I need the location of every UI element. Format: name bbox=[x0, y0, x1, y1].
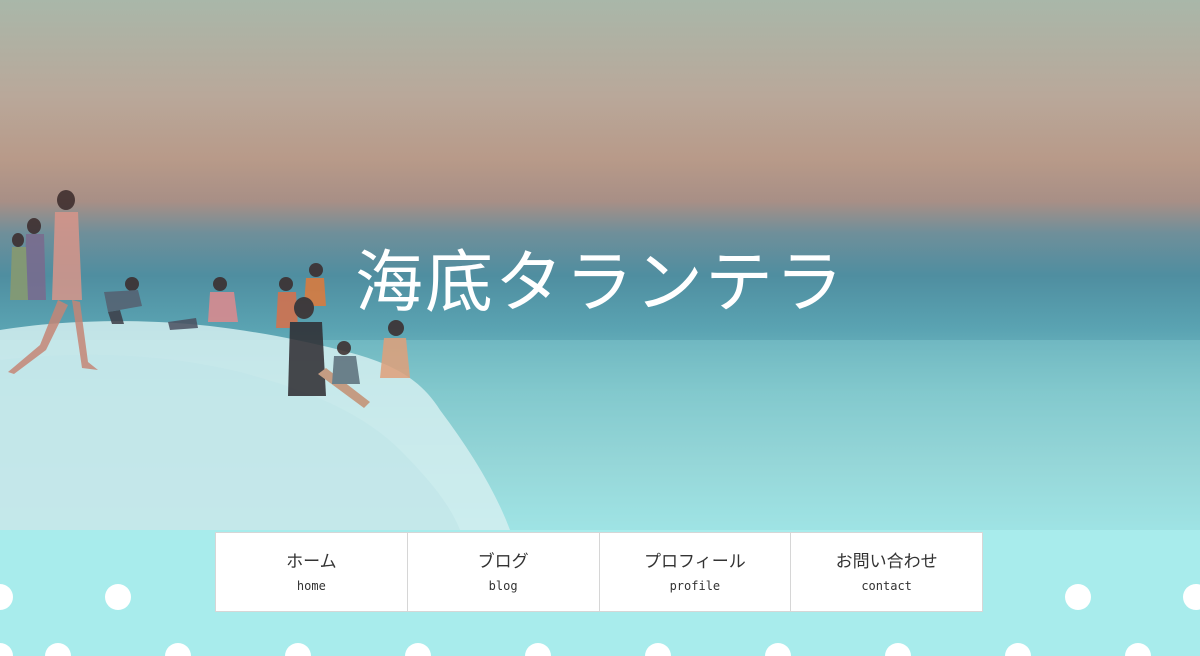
nav-item-label: ホーム bbox=[286, 552, 337, 572]
page: 海底タランテラ ホーム home ブログ blog プロフィール profile… bbox=[0, 0, 1200, 656]
nav-item-label: プロフィール bbox=[644, 552, 746, 572]
nav-item-label: ブログ bbox=[477, 552, 529, 572]
nav-item-home[interactable]: ホーム home bbox=[216, 533, 408, 611]
nav-item-sublabel: profile bbox=[669, 579, 721, 593]
nav-item-sublabel: home bbox=[296, 579, 326, 593]
nav-item-profile[interactable]: プロフィール profile bbox=[600, 533, 792, 611]
nav-item-sublabel: contact bbox=[861, 579, 912, 593]
site-title[interactable]: 海底タランテラ bbox=[0, 242, 1200, 326]
nav-item-label: お問い合わせ bbox=[835, 552, 938, 572]
nav-item-sublabel: blog bbox=[488, 579, 518, 593]
header-hero: 海底タランテラ bbox=[0, 0, 1200, 530]
global-navigation: ホーム home ブログ blog プロフィール profile お問い合わせ … bbox=[215, 532, 983, 612]
nav-item-blog[interactable]: ブログ blog bbox=[408, 533, 600, 611]
nav-item-contact[interactable]: お問い合わせ contact bbox=[791, 533, 982, 611]
